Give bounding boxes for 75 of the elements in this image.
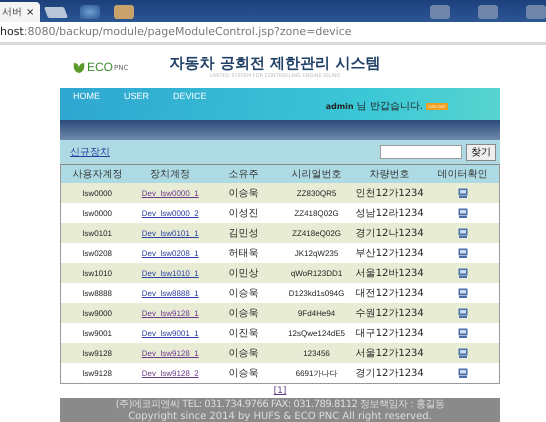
monitor-icon[interactable] — [458, 348, 468, 358]
table-cell: 123456 — [280, 343, 354, 363]
table-cell: 부산12가1234 — [353, 243, 426, 263]
table-cell: 이승욱 — [206, 303, 280, 323]
column-header: 데이터확인 — [426, 164, 500, 183]
table-cell: JK12qW235 — [280, 243, 354, 263]
table-cell: lsw9000 — [60, 303, 134, 323]
table-cell: 9Fd4He94 — [280, 303, 354, 323]
table-cell: 성남12라1234 — [353, 203, 426, 223]
table-cell: 이승욱 — [206, 183, 280, 203]
table-cell: lsw0101 — [60, 223, 134, 243]
table-cell: 김민성 — [206, 223, 280, 243]
table-cell: ZZ418eQ02G — [280, 223, 354, 243]
search-button[interactable]: 찾기 — [466, 144, 496, 160]
table-cell: 이승욱 — [206, 283, 280, 303]
column-header: 시리얼번호 — [280, 164, 354, 183]
table-cell: lsw0000 — [60, 203, 134, 223]
table-cell: 대구12가1234 — [353, 323, 426, 343]
monitor-icon[interactable] — [458, 288, 468, 298]
device-account-link[interactable]: Dev_lsw9001_1 — [142, 328, 199, 338]
table-cell: lsw9128 — [60, 343, 134, 363]
column-header: 차량번호 — [353, 164, 426, 183]
monitor-icon[interactable] — [458, 248, 468, 258]
column-header: 장치계정 — [134, 164, 207, 183]
monitor-icon[interactable] — [458, 328, 468, 338]
contact-text: (주)에코피엔씨 TEL: 031.734.9766 FAX: 031.789.8112 정보책임자 : 홍길동 — [116, 399, 444, 411]
table-cell: 이성진 — [206, 203, 280, 223]
table-cell: 6691가나다 — [280, 363, 354, 384]
copyright-text: Copyright since 2014 by HUFS & ECO PNC All right reserved. — [128, 411, 432, 422]
close-icon[interactable]: × — [26, 6, 34, 18]
new-device-link[interactable]: 신규장치 — [70, 145, 110, 159]
table-cell: lsw9128 — [60, 363, 134, 384]
table-cell: 인천12가1234 — [353, 183, 426, 203]
table-cell: 허태욱 — [206, 243, 280, 263]
greeting-text: 님 반갑습니다. — [356, 101, 423, 112]
device-account-link[interactable]: Dev_lsw0208_1 — [142, 248, 199, 258]
monitor-icon[interactable] — [458, 308, 468, 318]
column-header: 소유주 — [206, 164, 280, 183]
table-cell: 경기12가1234 — [353, 363, 426, 384]
table-cell: 이진욱 — [206, 323, 280, 343]
table-cell: ZZ830QR5 — [280, 183, 354, 203]
table-cell: 이민상 — [206, 263, 280, 283]
table-cell: lsw0208 — [60, 243, 134, 263]
tab-title: 서버 — [2, 6, 22, 19]
table-cell: qWoR123DD1 — [280, 263, 354, 283]
monitor-icon[interactable] — [458, 188, 468, 198]
table-cell: lsw0000 — [60, 183, 134, 203]
table-cell: 이승욱 — [206, 343, 280, 363]
table-cell: 서울12바1234 — [353, 263, 426, 283]
new-tab-button[interactable] — [44, 7, 68, 18]
table-cell: lsw1010 — [60, 263, 134, 283]
browser-tab[interactable]: 서버 × — [0, 2, 40, 22]
monitor-icon[interactable] — [458, 368, 468, 378]
device-account-link[interactable]: Dev_lsw0000_2 — [142, 208, 199, 218]
page-link[interactable]: [1] — [274, 386, 286, 396]
search-field[interactable] — [380, 145, 462, 159]
table-cell: lsw8888 — [60, 283, 134, 303]
table-cell: 이승욱 — [206, 363, 280, 384]
monitor-icon[interactable] — [458, 268, 468, 278]
site-title: 자동차 공회전 제한관리 시스템 — [170, 54, 380, 73]
table-cell: ZZ418Q02G — [280, 203, 354, 223]
monitor-icon[interactable] — [458, 228, 468, 238]
monitor-icon[interactable] — [458, 208, 468, 218]
table-cell: 서울12가1234 — [353, 343, 426, 363]
table-cell: 대전12가1234 — [353, 283, 426, 303]
table-cell: 12sQwe124dE5 — [280, 323, 354, 343]
table-cell: D123kd1s094G — [280, 283, 354, 303]
user-name: admin — [326, 101, 354, 112]
table-cell: 수원12가1234 — [353, 303, 426, 323]
table-cell: lsw9001 — [60, 323, 134, 343]
table-cell: 경기12나1234 — [353, 223, 426, 243]
column-header: 사용자계정 — [60, 164, 134, 183]
device-account-link[interactable]: Dev_lsw9128_2 — [142, 368, 199, 378]
logo-text: ECO — [87, 60, 114, 74]
device-account-link[interactable]: Dev_lsw8888_1 — [142, 288, 199, 298]
